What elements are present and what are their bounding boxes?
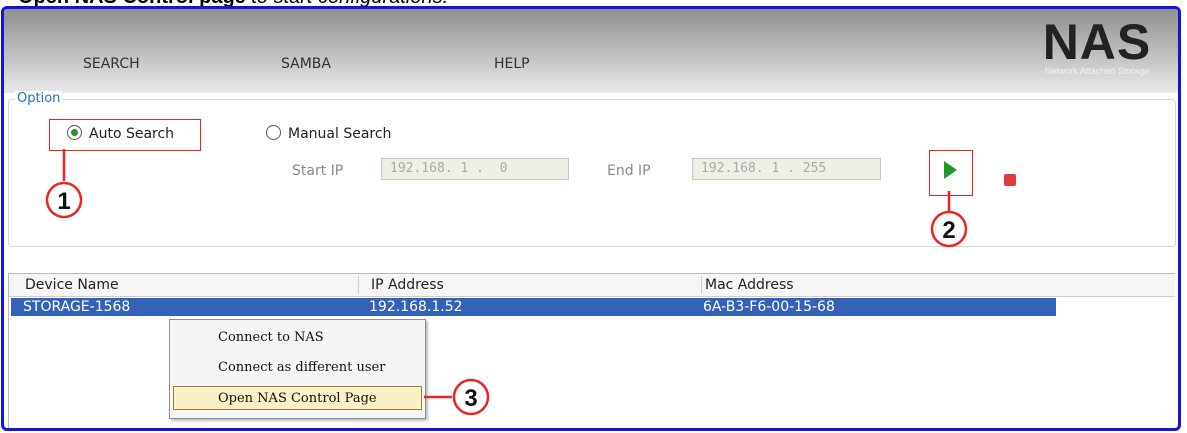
radio-unselected-icon (266, 125, 281, 140)
col-ip-address[interactable]: IP Address (371, 277, 444, 293)
menu-samba[interactable]: SAMBA (281, 56, 331, 72)
context-menu: Connect to NAS Connect as different user… (169, 319, 426, 419)
menu-open-nas-control-page[interactable]: Open NAS Control Page (173, 386, 422, 410)
cell-mac-address: 6A-B3-F6-00-15-68 (703, 299, 835, 315)
callout-3-number: 3 (464, 385, 477, 412)
manual-search-radio[interactable]: Manual Search (266, 125, 391, 142)
app-window: SEARCH SAMBA HELP NAS Network Attached S… (1, 6, 1181, 431)
col-mac-address[interactable]: Mac Address (705, 277, 794, 293)
column-divider[interactable] (701, 276, 702, 294)
callout-2: 2 (930, 191, 968, 248)
menu-connect-different-user[interactable]: Connect as different user (170, 356, 425, 380)
logo-title: NAS (1042, 14, 1152, 70)
start-ip-input[interactable]: 192.168. 1 . 0 (381, 158, 569, 180)
nas-logo: NAS Network Attached Storage (1024, 17, 1170, 76)
stop-icon[interactable] (1004, 174, 1016, 186)
end-ip-input[interactable]: 192.168. 1 . 255 (692, 158, 881, 180)
menu-search[interactable]: SEARCH (83, 56, 140, 72)
manual-search-label: Manual Search (288, 126, 392, 142)
end-ip-label: End IP (607, 163, 651, 179)
option-legend: Option (15, 91, 63, 106)
auto-search-radio[interactable]: Auto Search (67, 125, 174, 142)
callout-3: 3 (424, 378, 490, 416)
cell-ip-address: 192.168.1.52 (369, 299, 463, 315)
menu-help[interactable]: HELP (494, 56, 530, 72)
callout-1-number: 1 (57, 188, 70, 215)
auto-search-label: Auto Search (89, 126, 175, 142)
col-device-name[interactable]: Device Name (25, 277, 119, 293)
start-ip-label: Start IP (292, 163, 344, 179)
callout-1: 1 (45, 149, 83, 219)
header-bar: SEARCH SAMBA HELP NAS Network Attached S… (4, 9, 1178, 93)
column-divider[interactable] (358, 276, 359, 294)
table-header: Device Name IP Address Mac Address (9, 274, 1175, 297)
cell-device-name: STORAGE-1568 (23, 299, 131, 315)
logo-subtitle: Network Attached Storage (1044, 66, 1150, 76)
radio-selected-icon (67, 125, 82, 140)
menu-connect-to-nas[interactable]: Connect to NAS (170, 326, 425, 350)
play-icon[interactable] (944, 161, 957, 179)
table-row[interactable]: STORAGE-1568 192.168.1.52 6A-B3-F6-00-15… (11, 298, 1056, 316)
callout-2-number: 2 (942, 217, 955, 244)
